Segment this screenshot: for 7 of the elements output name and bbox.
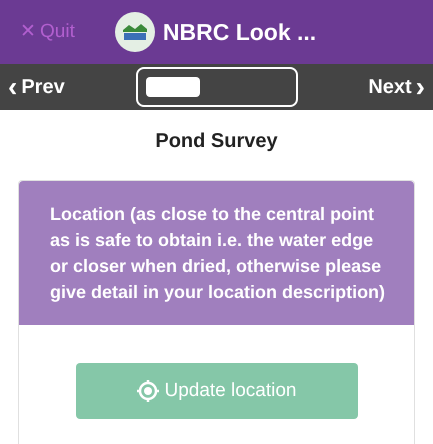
app-title: NBRC Look ... — [162, 18, 316, 47]
page-title: Pond Survey — [154, 129, 279, 154]
next-button[interactable]: Next› — [315, 72, 425, 102]
question-label: Location (as close to the central point as is safe to obtain i.e. the water edge or closer when dried, otherwise please give detail in your location description) — [50, 203, 386, 304]
logo-icon — [114, 12, 155, 52]
target-icon — [136, 379, 160, 403]
prev-button[interactable]: ‹Prev — [8, 72, 118, 102]
